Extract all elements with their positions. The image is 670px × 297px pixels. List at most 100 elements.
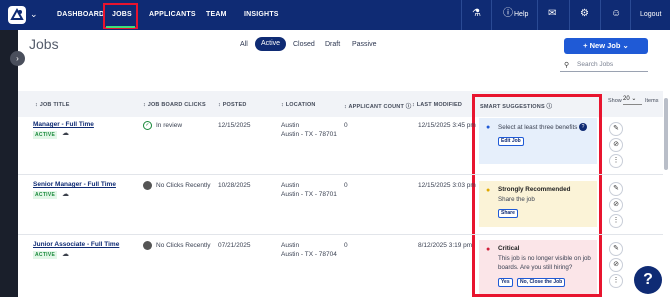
search-icon: ⚲ <box>564 62 570 69</box>
col-job-title[interactable]: ↕ JOB TITLE <box>35 102 70 108</box>
lightbulb-icon: ● <box>486 187 491 194</box>
edit-icon[interactable]: ✎ <box>609 242 623 256</box>
row-divider <box>18 174 663 175</box>
check-icon: ✓ <box>143 121 152 130</box>
clicks-status: In review <box>156 122 183 129</box>
logo-icon[interactable] <box>8 6 26 24</box>
yes-button[interactable]: Yes <box>498 278 513 287</box>
page-size-select[interactable]: 20 ⌄ <box>623 95 642 105</box>
new-job-button[interactable]: + New Job ⌄ <box>564 38 648 54</box>
jobs-active-indicator <box>106 26 135 28</box>
location-city: Austin <box>281 122 300 129</box>
job-title-link[interactable]: Senior Manager - Full Time <box>33 181 116 188</box>
tab-closed[interactable]: Closed <box>293 41 315 48</box>
nav-divider <box>537 0 538 30</box>
help-label[interactable]: Help <box>514 11 528 18</box>
more-icon[interactable]: ⋮ <box>609 274 623 288</box>
posted-date: 12/15/2025 <box>218 122 251 129</box>
col-location[interactable]: ↕ LOCATION <box>281 102 316 108</box>
suggestion-heading: Strongly Recommended <box>498 186 571 193</box>
nav-divider <box>461 0 462 30</box>
search-placeholder: Search Jobs <box>577 61 614 68</box>
job-title-link[interactable]: Junior Associate - Full Time <box>33 241 119 248</box>
items-label: Items <box>645 98 659 104</box>
scrollbar[interactable] <box>664 98 668 170</box>
info-icon[interactable]: ? <box>579 123 587 131</box>
cloud-icon: ☁ <box>62 130 69 137</box>
location-full: Austin - TX - 78701 <box>281 131 337 138</box>
logout-link[interactable]: Logout <box>640 11 661 18</box>
gear-icon[interactable]: ⚙ <box>580 8 589 20</box>
nav-divider <box>491 0 492 30</box>
suggestion-card: ● Strongly Recommended Share the job Sha… <box>479 181 597 227</box>
last-modified: 12/15/2025 3:45 pm <box>418 122 476 129</box>
flask-icon[interactable]: ⚗ <box>472 8 481 20</box>
suggestion-text: Share the job <box>498 196 535 203</box>
applicant-count: 0 <box>344 182 348 189</box>
more-icon[interactable]: ⋮ <box>609 214 623 228</box>
last-modified: 12/15/2025 3:03 pm <box>418 182 476 189</box>
col-posted[interactable]: ↕ POSTED <box>218 102 247 108</box>
cloud-icon: ☁ <box>62 251 69 258</box>
close-job-button[interactable]: No, Close the Job <box>517 278 566 287</box>
edit-job-button[interactable]: Edit Job <box>498 137 524 146</box>
share-button[interactable]: Share <box>498 209 518 218</box>
new-job-label: + New Job <box>583 41 621 50</box>
suggestion-text-line2: boards. Are you still hiring? <box>498 264 573 271</box>
suggestion-text: Select at least three benefits <box>498 124 578 131</box>
chat-icon[interactable]: ✉ <box>548 8 556 20</box>
chevron-down-icon: ⌄ <box>622 41 629 50</box>
status-badge: ACTIVE <box>33 191 58 199</box>
show-label: Show <box>608 98 622 104</box>
status-badge: ACTIVE <box>33 131 58 139</box>
edit-icon[interactable]: ✎ <box>609 122 623 136</box>
help-icon[interactable]: ⓘ <box>503 8 513 20</box>
more-icon[interactable]: ⋮ <box>609 154 623 168</box>
clicks-status: No Clicks Recently <box>156 182 211 189</box>
nav-team[interactable]: TEAM <box>206 11 227 18</box>
chevron-down-icon[interactable]: ⌄ <box>30 9 38 20</box>
no-clicks-dot-icon <box>143 181 152 190</box>
no-clicks-dot-icon <box>143 241 152 250</box>
expand-sidebar-icon[interactable]: › <box>10 51 25 66</box>
collapsed-sidebar <box>0 30 18 297</box>
row-divider <box>18 234 663 235</box>
nav-divider <box>569 0 570 30</box>
suggestion-heading: Critical <box>498 245 520 252</box>
edit-icon[interactable]: ✎ <box>609 182 623 196</box>
col-applicant-count[interactable]: ↕ APPLICANT COUNT ⓘ <box>344 102 411 110</box>
page-title: Jobs <box>29 36 59 52</box>
lightbulb-icon: ● <box>486 246 491 253</box>
location-city: Austin <box>281 182 300 189</box>
help-fab-button[interactable]: ? <box>634 266 662 294</box>
nav-dashboard[interactable]: DASHBOARD <box>57 11 104 18</box>
close-icon[interactable]: ⊘ <box>609 138 623 152</box>
posted-date: 10/28/2025 <box>218 182 251 189</box>
col-job-board-clicks[interactable]: ↕ JOB BOARD CLICKS <box>143 102 206 108</box>
tab-draft[interactable]: Draft <box>325 41 340 48</box>
status-badge: ACTIVE <box>33 251 58 259</box>
tab-passive[interactable]: Passive <box>352 41 377 48</box>
user-icon[interactable]: ☺ <box>611 8 621 20</box>
close-icon[interactable]: ⊘ <box>609 198 623 212</box>
clicks-status: No Clicks Recently <box>156 242 211 249</box>
nav-divider <box>630 0 631 30</box>
posted-date: 07/21/2025 <box>218 242 251 249</box>
job-title-link[interactable]: Manager - Full Time <box>33 121 94 128</box>
location-full: Austin - TX - 78701 <box>281 191 337 198</box>
close-icon[interactable]: ⊘ <box>609 258 623 272</box>
nav-applicants[interactable]: APPLICANTS <box>149 11 196 18</box>
tab-all[interactable]: All <box>240 41 248 48</box>
top-nav: ⌄ DASHBOARD JOBS APPLICANTS TEAM INSIGHT… <box>0 0 670 30</box>
suggestion-text-line1: This job is no longer visible on job <box>498 255 591 262</box>
nav-divider <box>600 0 601 30</box>
location-full: Austin - TX - 78704 <box>281 251 337 258</box>
tab-active[interactable]: Active <box>255 37 286 51</box>
applicant-count: 0 <box>344 122 348 129</box>
col-last-modified[interactable]: ↕ LAST MODIFIED <box>412 102 462 108</box>
nav-insights[interactable]: INSIGHTS <box>244 11 279 18</box>
search-input[interactable]: ⚲ Search Jobs <box>560 58 648 72</box>
suggestion-card: ● Select at least three benefits ? Edit … <box>479 118 597 164</box>
cloud-icon: ☁ <box>62 191 69 198</box>
location-city: Austin <box>281 242 300 249</box>
